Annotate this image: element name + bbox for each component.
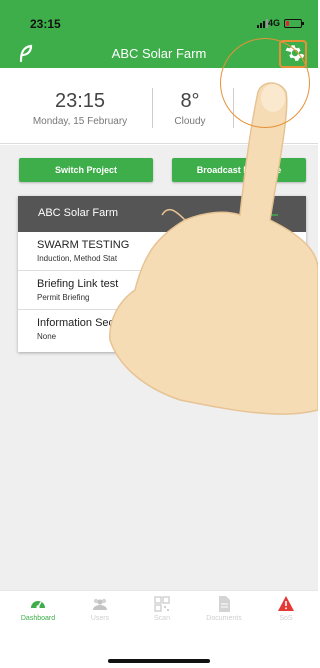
weather-condition: Cloudy <box>174 116 206 127</box>
list-item[interactable]: Briefing Link test Permit Briefing <box>18 271 306 310</box>
project-name: ABC Solar Farm <box>38 207 119 219</box>
clock-date: Monday, 15 February <box>32 116 128 127</box>
status-time: 23:15 <box>30 17 61 31</box>
tab-scan[interactable]: Scan <box>134 595 190 622</box>
item-subtitle: None <box>37 332 57 341</box>
list-item[interactable]: SWARM TESTING Induction, Method Stat <box>18 232 306 271</box>
activity-line-icon <box>238 210 278 220</box>
clock-time: 23:15 <box>54 90 106 112</box>
switch-project-button[interactable]: Switch Project <box>19 158 153 182</box>
tab-dashboard[interactable]: Dashboard <box>10 595 66 622</box>
qr-scan-icon <box>154 596 170 612</box>
tab-sos[interactable]: SoS <box>258 595 314 622</box>
project-card-header[interactable]: ABC Solar Farm <box>18 196 306 232</box>
bottom-tab-bar: Dashboard Users Scan Documents SoS <box>0 590 318 628</box>
signal-icon <box>257 19 268 28</box>
status-bar: 23:15 4G <box>0 0 318 40</box>
network-type: 4G <box>268 18 281 28</box>
divider <box>152 88 153 128</box>
weather-temperature: 8° <box>180 90 200 112</box>
item-title: Information Secu <box>37 317 121 329</box>
tab-label: SoS <box>279 615 293 622</box>
broadcast-message-button[interactable]: Broadcast Message <box>172 158 306 182</box>
tab-label: Dashboard <box>20 615 56 622</box>
battery-icon <box>284 19 304 28</box>
document-icon <box>219 596 230 612</box>
item-subtitle: Induction, Method Stat <box>37 254 118 263</box>
warning-icon <box>278 596 294 611</box>
tab-label: Scan <box>154 615 170 622</box>
project-card: ABC Solar Farm SWARM TESTING Induction, … <box>18 196 306 352</box>
tab-users[interactable]: Users <box>72 595 128 622</box>
tap-highlight-box <box>279 40 307 68</box>
tab-label: Users <box>90 615 110 622</box>
tab-documents[interactable]: Documents <box>196 595 252 622</box>
dashboard-gauge-icon <box>31 601 45 609</box>
home-indicator[interactable] <box>108 659 210 663</box>
item-subtitle: Permit Briefing <box>37 293 90 302</box>
list-item[interactable]: Information Secu None <box>18 310 306 349</box>
users-icon <box>93 598 107 610</box>
item-title: SWARM TESTING <box>37 239 130 251</box>
tab-label: Documents <box>206 615 242 622</box>
item-title: Briefing Link test <box>37 278 119 290</box>
